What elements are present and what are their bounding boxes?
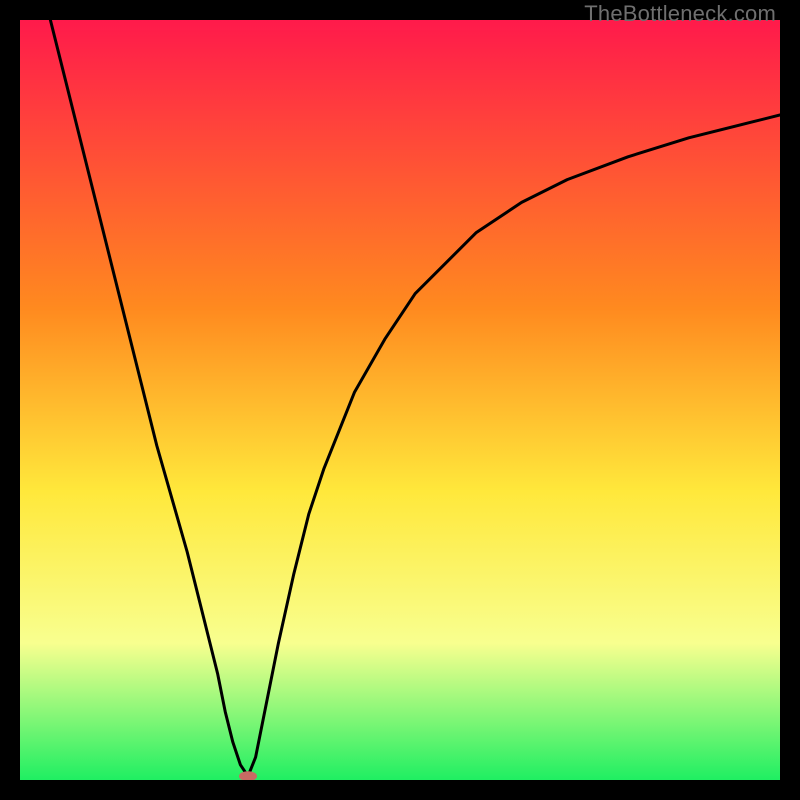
- chart-svg: [20, 20, 780, 780]
- watermark-text: TheBottleneck.com: [584, 1, 776, 27]
- chart-frame: [20, 20, 780, 780]
- gradient-background: [20, 20, 780, 780]
